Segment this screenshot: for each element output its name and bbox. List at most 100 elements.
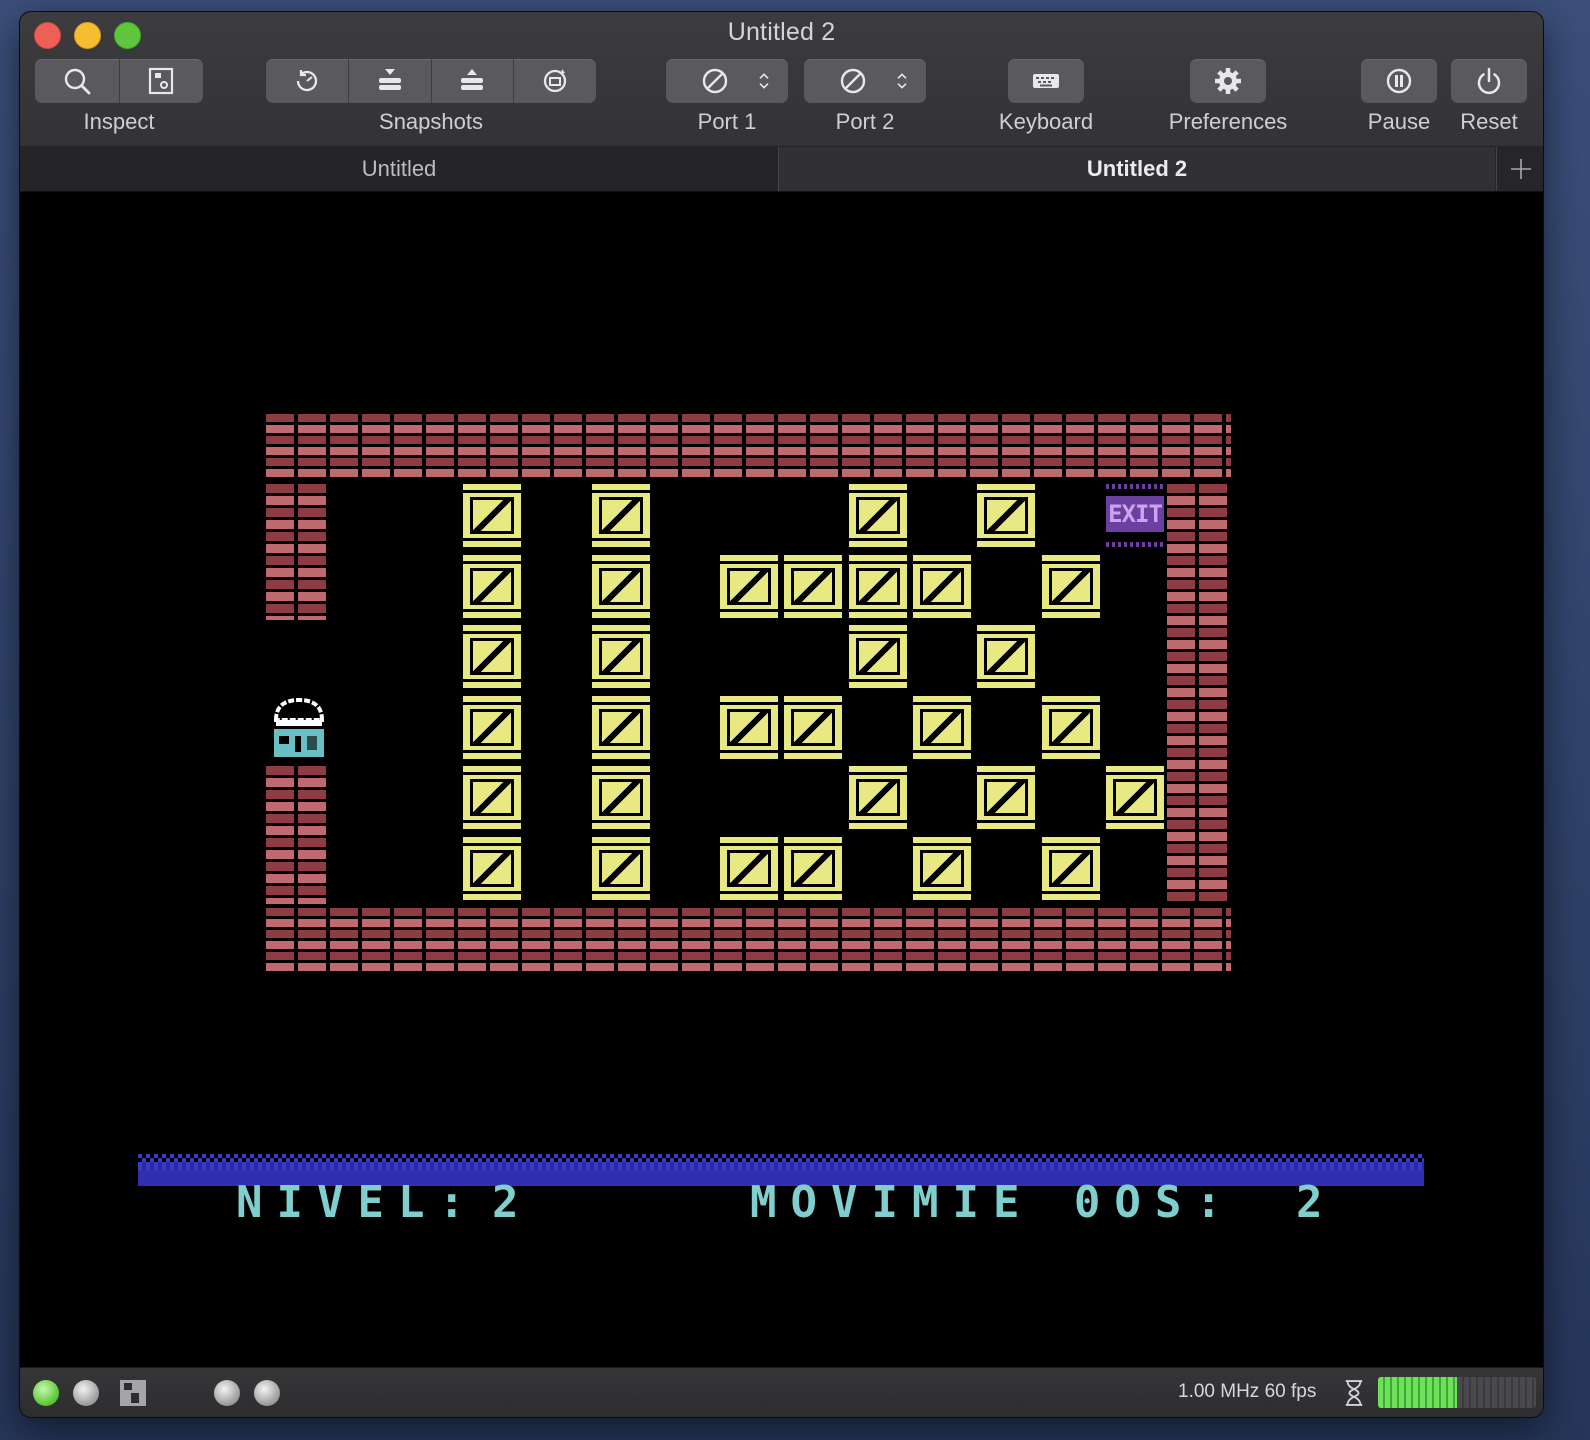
crate [1106,766,1164,829]
crate [463,696,521,759]
crate [463,766,521,829]
updown-chevron-icon [897,73,907,89]
inspect-group [35,59,203,103]
exit-label: EXIT [1106,496,1164,532]
restore-snapshot-icon [461,69,484,90]
snapshots-group [266,59,596,103]
tab-bar: Untitled Untitled 2 [20,147,1543,192]
pause-label: Pause [1367,109,1431,134]
crate [913,555,971,618]
left-wall-lower [266,766,330,904]
port2-label: Port 2 [835,109,895,134]
crate [1042,696,1100,759]
preferences-label: Preferences [1168,109,1288,134]
crate [784,555,842,618]
player-icon [273,697,325,757]
reset-label: Reset [1460,109,1518,134]
crate [913,837,971,900]
inspect-label: Inspect [83,109,155,134]
rewind-button[interactable] [266,59,349,103]
crate [463,625,521,688]
pause-icon [1386,68,1412,94]
tab-untitled-2[interactable]: Untitled 2 [779,147,1495,191]
crate [849,484,907,547]
crate [720,696,778,759]
exit-door: EXIT [1106,484,1164,547]
top-wall [266,414,1231,480]
crate [913,696,971,759]
new-tab-button[interactable] [1496,147,1543,191]
crate [592,484,650,547]
crate [849,555,907,618]
browse-snapshot-icon [543,69,567,93]
preferences-button[interactable] [1190,59,1266,103]
keyboard-group [1008,59,1084,103]
magnifier-icon [64,68,91,95]
crate [463,484,521,547]
rewind-icon [296,70,317,92]
crate [1042,555,1100,618]
preferences-group [1190,59,1266,103]
port1-label: Port 1 [697,109,757,134]
crate [977,484,1035,547]
level-value: 2 [492,1177,533,1228]
keyboard-button[interactable] [1008,59,1084,103]
gear-icon [1215,68,1241,94]
plus-icon [1510,159,1531,179]
memory-inspector-button[interactable] [120,59,204,103]
crate [592,696,650,759]
no-device-icon [702,68,728,94]
window-title: Untitled 2 [727,18,836,46]
emulator-window: Untitled 2 Inspect Snapshots Port 1 Port… [20,12,1543,1417]
hourglass-icon[interactable] [1343,1379,1365,1407]
take-snapshot-button[interactable] [349,59,432,103]
crate [720,837,778,900]
pause-button[interactable] [1361,59,1437,103]
crate [463,555,521,618]
crate [592,766,650,829]
crate [784,837,842,900]
speed-meter-fill [1378,1377,1457,1408]
drive2-led [214,1380,240,1406]
pause-group [1361,59,1437,103]
crate [849,766,907,829]
port1-select[interactable] [666,59,788,103]
crate [463,837,521,900]
speed-meter [1378,1377,1536,1408]
title-toolbar: Untitled 2 Inspect Snapshots Port 1 Port… [20,12,1543,147]
level-label: NIVEL: [236,1177,479,1228]
power-icon [1477,67,1501,95]
crate [720,555,778,618]
bottom-wall [266,908,1231,974]
port2-popup[interactable] [804,59,926,103]
keyboard-label: Keyboard [998,109,1094,134]
crate [592,625,650,688]
crate [977,766,1035,829]
power-led [33,1380,59,1406]
port2-select[interactable] [804,59,926,103]
tab-untitled[interactable]: Untitled [20,147,779,191]
crate [592,555,650,618]
disk-icon[interactable] [118,1378,148,1408]
moves-value: 2 [1296,1177,1337,1228]
keyboard-icon [1033,74,1059,88]
inspect-button[interactable] [35,59,120,103]
left-wall-upper [266,484,330,620]
reset-button[interactable] [1451,59,1527,103]
player-sprite [270,696,328,759]
crate [849,625,907,688]
take-snapshot-icon [378,69,401,90]
crate [592,837,650,900]
port1-popup[interactable] [666,59,788,103]
reset-group [1451,59,1527,103]
updown-chevron-icon [759,73,769,89]
inspector-icon [149,67,174,95]
restore-snapshot-button[interactable] [432,59,515,103]
speed-meter-track [1457,1377,1536,1408]
no-device-icon [840,68,866,94]
emulator-screen[interactable]: EXIT NIVEL: 2 MOVIMIE 0OS: 2 [20,192,1543,1367]
drive-led [73,1380,99,1406]
browse-snapshots-button[interactable] [514,59,596,103]
status-bar: 1.00 MHz 60 fps [20,1367,1543,1417]
snapshots-label: Snapshots [379,109,483,134]
